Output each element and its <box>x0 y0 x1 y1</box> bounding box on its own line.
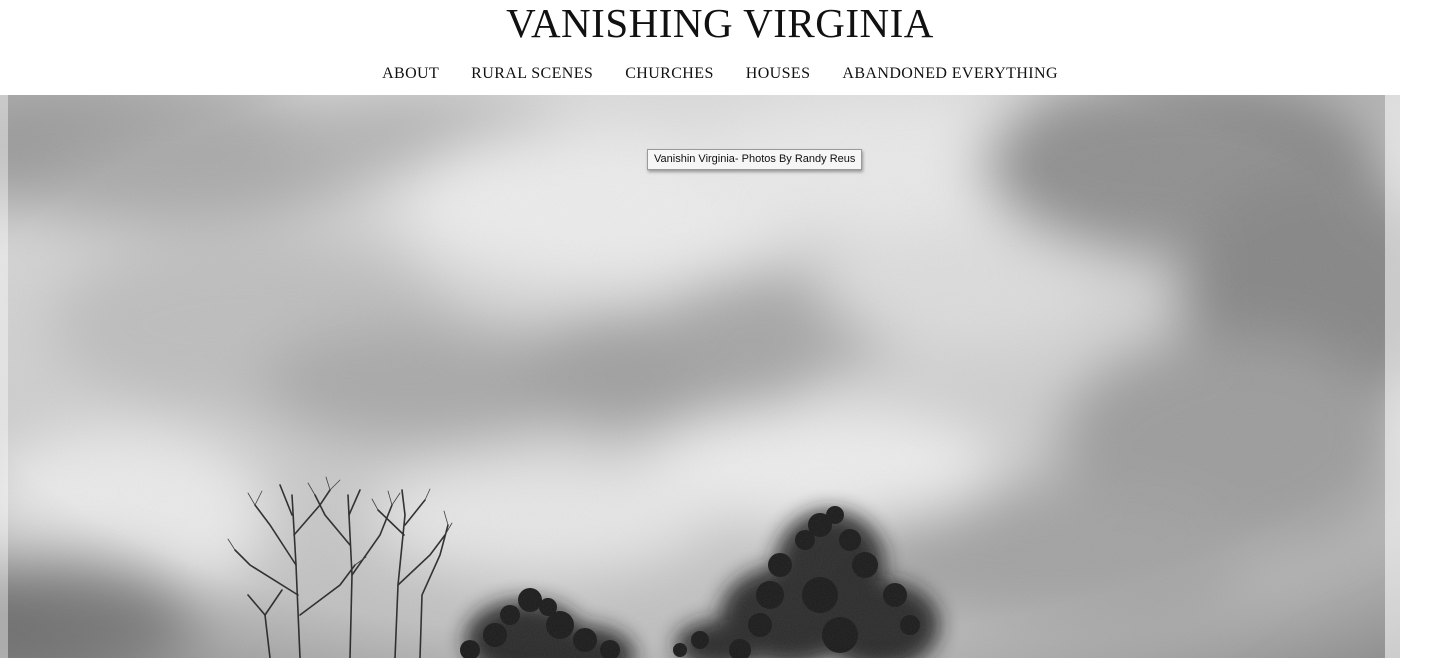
nav-item-rural-scenes[interactable]: RURAL SCENES <box>471 64 593 84</box>
image-tooltip: Vanishin Virginia- Photos By Randy Reus <box>647 149 863 170</box>
page: VANISHING VIRGINIA ABOUT RURAL SCENES CH… <box>0 0 1440 658</box>
hero-photo-image <box>0 95 1400 658</box>
nav-item-churches[interactable]: CHURCHES <box>625 64 714 84</box>
main-nav: ABOUT RURAL SCENES CHURCHES HOUSES ABAND… <box>0 64 1440 84</box>
nav-item-abandoned-everything[interactable]: ABANDONED EVERYTHING <box>842 64 1058 84</box>
nav-item-houses[interactable]: HOUSES <box>746 64 811 84</box>
hero-photo[interactable] <box>0 95 1400 658</box>
site-title[interactable]: VANISHING VIRGINIA <box>0 0 1440 46</box>
nav-item-about[interactable]: ABOUT <box>382 64 439 84</box>
